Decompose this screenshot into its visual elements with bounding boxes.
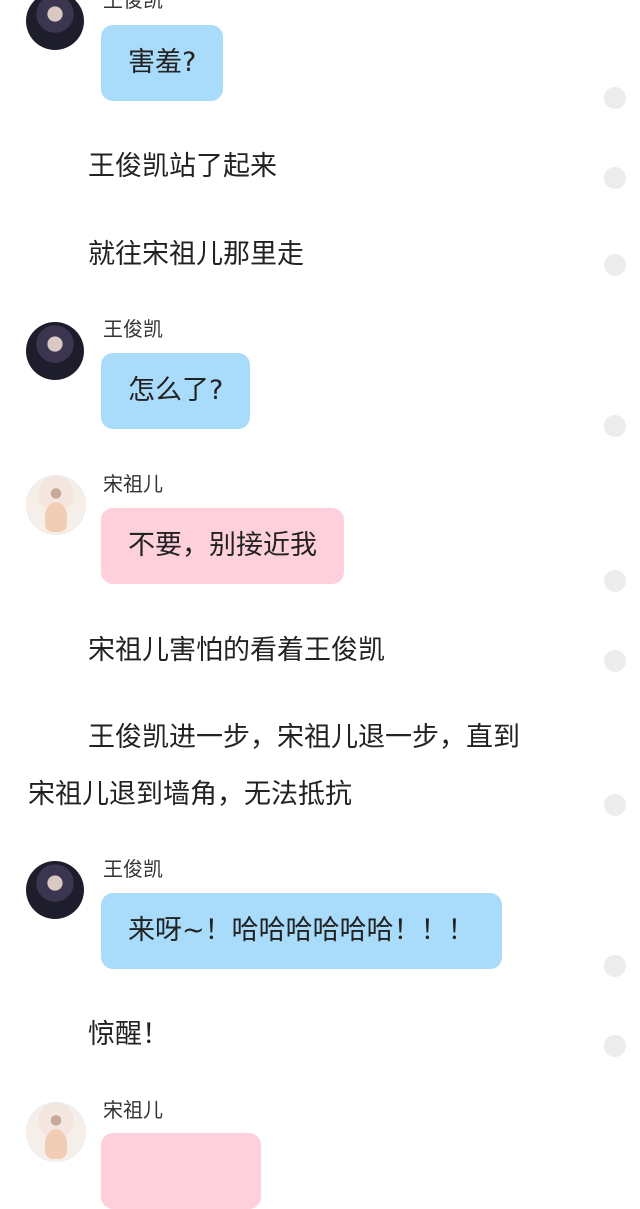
song-zuer-avatar[interactable] <box>26 1102 86 1162</box>
comment-dot-icon[interactable] <box>604 570 626 592</box>
speaker-name: 宋祖儿 <box>103 1098 163 1122</box>
narration-text: 宋祖儿害怕的看着王俊凯 <box>88 635 385 666</box>
speaker-name: 王俊凯 <box>103 317 163 341</box>
comment-dot-icon[interactable] <box>604 415 626 437</box>
comment-dot-icon[interactable] <box>604 87 626 109</box>
narration-text: 就往宋祖儿那里走 <box>88 239 304 270</box>
comment-dot-icon[interactable] <box>604 1035 626 1057</box>
song-zuer-avatar[interactable] <box>26 475 86 535</box>
narration-text: 惊醒！ <box>88 1019 169 1050</box>
chat-bubble <box>101 1133 261 1209</box>
speaker-name: 王俊凯 <box>103 0 163 12</box>
chat-bubble: 怎么了? <box>101 353 251 429</box>
comment-dot-icon[interactable] <box>604 254 626 276</box>
chat-bubble: 不要，别接近我 <box>101 508 344 584</box>
speaker-name: 王俊凯 <box>103 857 163 881</box>
wang-junkai-avatar[interactable] <box>26 861 84 919</box>
wang-junkai-avatar[interactable] <box>26 0 84 50</box>
comment-dot-icon[interactable] <box>604 167 626 189</box>
chat-bubble: 害羞? <box>101 25 224 101</box>
narration-text: 宋祖儿退到墙角，无法抵抗 <box>28 779 352 810</box>
narration-text: 王俊凯站了起来 <box>88 151 277 182</box>
comment-dot-icon[interactable] <box>604 955 626 977</box>
chat-bubble: 来呀~！哈哈哈哈哈哈！！！ <box>101 893 502 969</box>
speaker-name: 宋祖儿 <box>103 472 163 496</box>
comment-dot-icon[interactable] <box>604 650 626 672</box>
wang-junkai-avatar[interactable] <box>26 322 84 380</box>
comment-dot-icon[interactable] <box>604 794 626 816</box>
narration-text: 王俊凯进一步，宋祖儿退一步，直到 <box>88 722 520 753</box>
